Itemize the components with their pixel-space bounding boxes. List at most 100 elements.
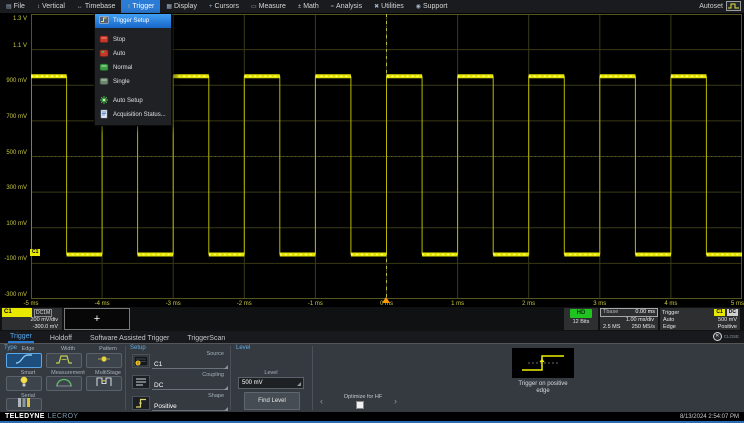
channel-descriptor-c1[interactable]: C1 DC1M 200 mV/div -300.0 mV: [2, 308, 62, 330]
y-axis-label: 100 mV: [6, 221, 27, 227]
trigger-preview: [512, 348, 574, 378]
dropdown-corner-icon: [224, 407, 228, 411]
brand-logo: TELEDYNE: [5, 413, 45, 420]
positive-edge-diagram-icon: [512, 348, 574, 378]
serial-icon: [13, 396, 35, 414]
source-icon: !: [132, 354, 150, 368]
file-icon: ▤: [6, 4, 12, 10]
type-button-serial[interactable]: [6, 398, 42, 411]
dropdown-corner-icon: [224, 365, 228, 369]
timebase-descriptor[interactable]: Tbase 0.00 ms 1.00 ms/div 2.5 MS 250 MS/…: [600, 308, 658, 330]
optimize-hf-label: Optimize for HF: [330, 394, 396, 400]
autoset-button[interactable]: Autoset: [699, 3, 723, 10]
dialog-close-button[interactable]: ✕ CLOSE: [713, 332, 739, 341]
y-axis-label: 1.1 V: [13, 43, 27, 49]
y-axis-label: 900 mV: [6, 78, 27, 84]
menu-item-acquisition-status[interactable]: Acquisition Status...: [95, 108, 171, 122]
find-level-button[interactable]: Find Level: [244, 392, 300, 410]
oscilloscope-app: ▤File↕Vertical↔Timebase↑Trigger▦Display+…: [0, 0, 744, 423]
type-button-smart[interactable]: [6, 376, 42, 391]
setup-field-source[interactable]: !SourceC1: [130, 351, 230, 371]
trigger-time-marker-icon[interactable]: [382, 297, 390, 303]
menubar-item-support[interactable]: ◉Support: [410, 0, 454, 13]
menubar-item-display[interactable]: ▦Display: [160, 0, 203, 13]
menu-item-trigger-setup[interactable]: Trigger Setup: [95, 14, 171, 28]
y-axis-label: 1.3 V: [13, 16, 27, 22]
trigger-preview-caption: Trigger on positive edge: [505, 381, 581, 395]
tab-trigger[interactable]: Trigger: [8, 332, 34, 343]
menubar-item-analysis[interactable]: ≈Analysis: [325, 0, 368, 13]
level-section-title: Level: [236, 345, 250, 351]
menu-item-stop[interactable]: Stop: [95, 33, 171, 47]
menu-item-normal[interactable]: Normal: [95, 61, 171, 75]
level-field-label: Level: [238, 370, 304, 376]
menu-item-auto[interactable]: Auto: [95, 47, 171, 61]
trigger-icon: ↑: [127, 4, 130, 10]
channel-name: C1: [2, 308, 32, 317]
autoset-icon[interactable]: [726, 1, 741, 13]
normal-icon: [99, 62, 109, 74]
dropdown-corner-icon: [224, 386, 228, 390]
divider: [230, 346, 231, 410]
type-button-pattern[interactable]: [86, 353, 122, 368]
spinner-corner-icon: [297, 382, 301, 386]
trigger-source-badge: C1: [714, 309, 724, 316]
scroll-left-icon[interactable]: ‹: [320, 396, 323, 406]
y-axis-label: 700 mV: [6, 114, 27, 120]
hd-mode-descriptor[interactable]: HD 12 Bits: [564, 308, 598, 330]
menubar-right: Autoset: [699, 0, 744, 13]
menu-item-auto-setup[interactable]: Auto Setup: [95, 94, 171, 108]
menubar-item-trigger[interactable]: ↑Trigger: [121, 0, 160, 13]
measure-icon: ▭: [251, 4, 257, 10]
tab-holdoff[interactable]: Holdoff: [48, 334, 74, 343]
y-axis-label: -300 mV: [4, 292, 27, 298]
math-icon: ±: [298, 4, 301, 10]
divider: [312, 346, 313, 410]
hd-badge: HD: [570, 309, 592, 318]
type-button-width[interactable]: [46, 353, 82, 368]
level-input[interactable]: 500 mV: [238, 377, 304, 389]
channel-position-marker[interactable]: C1: [30, 249, 40, 256]
trigger-dialog: Type EdgeWidthPatternSmartMeasurementMul…: [0, 343, 744, 412]
menubar-item-utilities[interactable]: ✖Utilities: [368, 0, 410, 13]
dialog-tabbar: Trigger Holdoff Software Assisted Trigger T…: [0, 331, 744, 343]
vertical-icon: ↕: [37, 4, 40, 10]
timebase-samples: 2.5 MS: [603, 324, 620, 331]
y-axis-label: 500 mV: [6, 150, 27, 156]
auto-icon: [99, 48, 109, 60]
cursors-icon: +: [209, 4, 213, 10]
trigger-descriptor[interactable]: Trigger C1 DC Auto 500 mV Edge Positive: [660, 308, 740, 330]
trigger-dropdown-menu: Trigger Setup StopAutoNormalSingle Auto Se…: [94, 13, 172, 126]
add-channel-button[interactable]: +: [64, 308, 130, 330]
tab-software-assisted-trigger[interactable]: Software Assisted Trigger: [88, 334, 171, 343]
stop-icon: [99, 34, 109, 46]
single-icon: [99, 76, 109, 88]
clock: 8/13/2024 2:54:07 PM: [680, 414, 739, 420]
menubar-items: ▤File↕Vertical↔Timebase↑Trigger▦Display+…: [0, 0, 454, 13]
type-button-multistage[interactable]: [86, 376, 122, 391]
menubar-item-vertical[interactable]: ↕Vertical: [31, 0, 71, 13]
type-button-measurement[interactable]: [46, 376, 82, 391]
menubar-item-measure[interactable]: ▭Measure: [245, 0, 292, 13]
timebase-label: Tbase: [603, 309, 618, 316]
menubar-item-cursors[interactable]: +Cursors: [203, 0, 245, 13]
type-button-edge[interactable]: [6, 353, 42, 368]
optimize-hf-checkbox[interactable]: [356, 401, 364, 409]
tab-triggerscan[interactable]: TriggerScan: [185, 334, 227, 343]
pattern-icon: [93, 352, 115, 370]
menubar-item-timebase[interactable]: ↔Timebase: [71, 0, 121, 13]
menubar: ▤File↕Vertical↔Timebase↑Trigger▦Display+…: [0, 0, 744, 13]
display-icon: ▦: [166, 4, 172, 10]
setup-field-coupling[interactable]: CouplingDC: [130, 372, 230, 392]
menu-item-single[interactable]: Single: [95, 75, 171, 89]
menubar-item-file[interactable]: ▤File: [0, 0, 31, 13]
divider: [125, 346, 126, 410]
setup-field-shape[interactable]: ShapePositive: [130, 393, 230, 413]
brand-logo-2: LECROY: [48, 413, 79, 420]
scroll-right-icon[interactable]: ›: [394, 396, 397, 406]
channel-offset: -300.0 mV: [2, 324, 62, 331]
coupling-icon: [132, 375, 150, 389]
menubar-item-math[interactable]: ±Math: [292, 0, 325, 13]
shape-icon: [132, 396, 150, 410]
trigger-slope: Positive: [718, 324, 737, 331]
